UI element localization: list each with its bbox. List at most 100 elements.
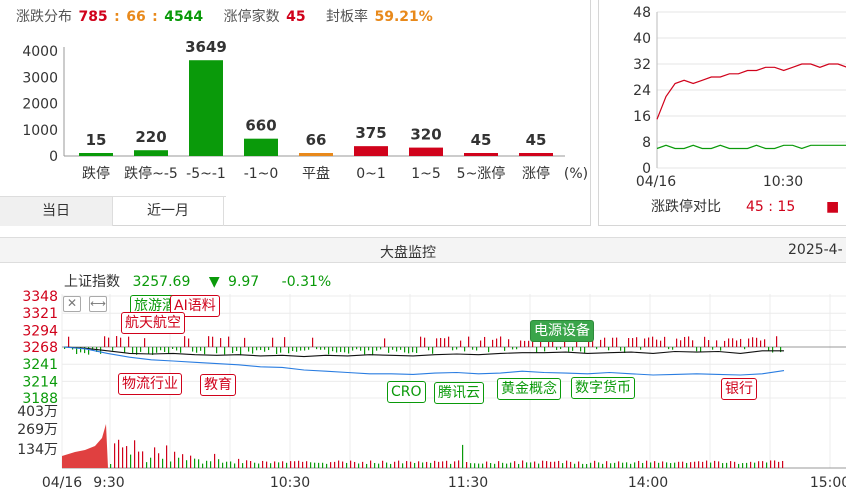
volume-bar	[758, 461, 760, 468]
volume-bar	[182, 454, 184, 468]
volume-bar	[142, 451, 144, 468]
intraday-flow-bar	[124, 347, 126, 353]
bar-category-label: 5~涨停	[457, 165, 506, 182]
volume-bar	[154, 447, 156, 468]
volume-bar	[670, 463, 672, 468]
volume-bar	[238, 458, 240, 468]
tag-digital-currency[interactable]: 数字货币	[571, 377, 635, 399]
intraday-flow-bar	[608, 347, 610, 351]
intraday-flow-bar	[360, 347, 362, 351]
intraday-time-tick: 9:30	[93, 475, 124, 489]
close-icon[interactable]: ✕	[63, 296, 81, 312]
volume-bar	[338, 460, 340, 468]
volume-bar	[770, 460, 772, 468]
intraday-flow-bar	[128, 336, 130, 347]
bar	[79, 153, 113, 156]
volume-bar	[326, 463, 328, 468]
limit-series-line	[656, 144, 846, 150]
volume-bar	[202, 463, 204, 468]
intraday-flow-bar	[764, 339, 766, 347]
volume-bar	[330, 462, 332, 468]
volume-bar	[250, 460, 252, 468]
intraday-flow-bar	[400, 347, 402, 350]
intraday-flow-bar	[356, 347, 358, 350]
volume-bar	[738, 463, 740, 468]
volume-bar	[126, 446, 128, 468]
tab-today[interactable]: 当日	[0, 197, 112, 226]
volume-bar	[434, 460, 436, 468]
bar-y-tick: 2000	[22, 97, 58, 113]
intraday-flow-bar	[324, 347, 326, 350]
tag-tencent-cloud[interactable]: 腾讯云	[434, 382, 484, 404]
intraday-flow-bar	[628, 338, 630, 347]
intraday-flow-bar	[212, 336, 214, 347]
volume-bar	[306, 461, 308, 468]
tag-cro[interactable]: CRO	[387, 381, 426, 403]
tab-recent-month[interactable]: 近一月	[112, 197, 224, 226]
volume-bar	[242, 463, 244, 468]
intraday-flow-bar	[292, 347, 294, 352]
intraday-flow-bar	[568, 347, 570, 352]
index-name: 上证指数	[64, 274, 120, 290]
intraday-flow-bar	[600, 339, 602, 347]
volume-bar	[398, 460, 400, 468]
intraday-y-tick: 3294	[22, 323, 58, 339]
volume-bar	[698, 461, 700, 468]
tag-aerospace[interactable]: 航天航空	[121, 312, 185, 334]
intraday-flow-bar	[256, 347, 258, 351]
intraday-flow-bar	[120, 337, 122, 347]
volume-bar	[150, 457, 152, 468]
intraday-flow-bar	[748, 338, 750, 347]
volume-bar	[190, 455, 192, 468]
intraday-flow-bar	[476, 347, 478, 351]
intraday-time-tick: 14:00	[628, 475, 668, 489]
tag-power-equipment[interactable]: 电源设备	[530, 320, 594, 342]
intraday-flow-bar	[368, 347, 370, 351]
intraday-flow-bar	[208, 336, 210, 347]
intraday-time-tick: 11:30	[448, 475, 488, 489]
volume-bar	[750, 461, 752, 468]
intraday-flow-bar	[328, 347, 330, 355]
intraday-flow-bar	[584, 347, 586, 353]
intraday-flow-bar	[284, 337, 286, 347]
intraday-flow-bar	[296, 347, 298, 352]
bar-value-label: 320	[410, 126, 441, 144]
volume-bar	[362, 461, 364, 468]
intraday-flow-bar	[396, 347, 398, 352]
expand-icon[interactable]: ⟷	[89, 296, 107, 312]
sep1: :	[114, 9, 120, 25]
intraday-flow-bar	[372, 347, 374, 356]
intraday-flow-bar	[164, 347, 166, 352]
bar	[409, 147, 443, 156]
intraday-flow-bar	[376, 347, 378, 351]
volume-bar	[354, 461, 356, 468]
intraday-flow-bar	[452, 347, 454, 351]
intraday-flow-bar	[492, 339, 494, 347]
tag-logistics[interactable]: 物流行业	[118, 373, 182, 395]
index-change: 9.97	[228, 274, 260, 290]
intraday-flow-bar	[724, 340, 726, 347]
tag-education[interactable]: 教育	[200, 374, 236, 396]
intraday-flow-bar	[708, 340, 710, 347]
volume-bar	[494, 463, 496, 468]
intraday-flow-bar	[604, 337, 606, 347]
limit-x-tick: 04/16	[636, 174, 676, 190]
limit-y-tick: 48	[633, 5, 651, 21]
intraday-flow-bar	[688, 336, 690, 347]
intraday-flow-bar	[288, 347, 290, 354]
bar	[134, 150, 168, 156]
volume-bar	[438, 461, 440, 468]
volume-bar	[642, 462, 644, 468]
volume-y-tick: 134万	[17, 442, 58, 458]
intraday-flow-bar	[424, 337, 426, 347]
volume-bar	[466, 462, 468, 468]
volume-bar	[418, 461, 420, 468]
index-summary: 上证指数 3257.69 ▼ 9.97 -0.31%	[64, 271, 331, 291]
tag-bank[interactable]: 银行	[721, 378, 757, 400]
volume-bar	[414, 462, 416, 468]
volume-bar	[630, 463, 632, 468]
tag-gold[interactable]: 黄金概念	[497, 378, 561, 400]
intraday-flow-bar	[104, 336, 106, 347]
volume-bar	[690, 462, 692, 468]
bar-value-label: 220	[135, 128, 166, 146]
